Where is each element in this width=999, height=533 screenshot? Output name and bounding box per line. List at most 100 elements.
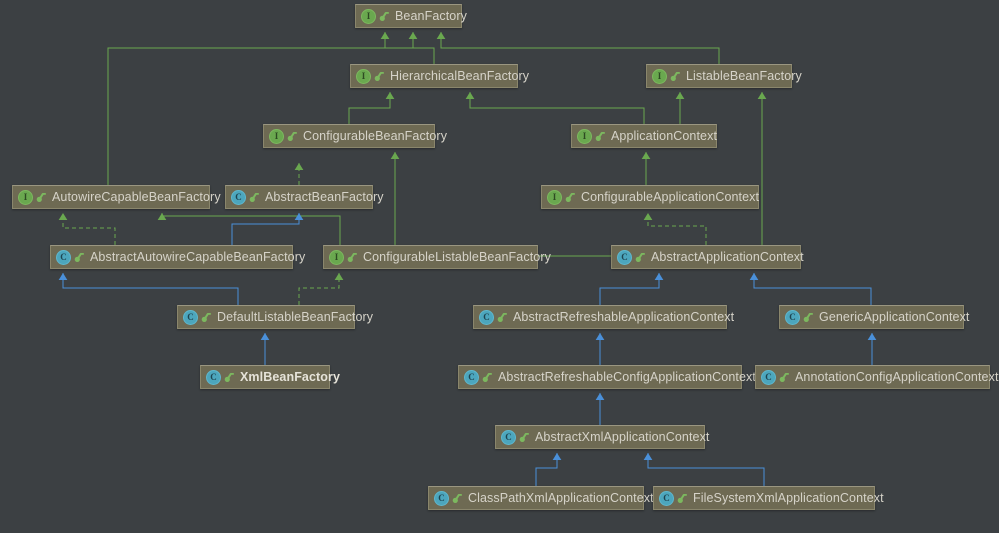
edge-AbstractAutowireCapableBeanFactory-to-AutowireCapableBeanFactory — [62, 213, 116, 245]
uml-node-ConfigurableListableBeanFactory[interactable]: I ConfigurableListableBeanFactory — [323, 245, 551, 269]
public-visibility-icon — [519, 431, 530, 444]
uml-node-ApplicationContext[interactable]: I ApplicationContext — [571, 124, 717, 148]
uml-node-label: AbstractRefreshableConfigApplicationCont… — [498, 370, 756, 384]
edge-arrowhead — [749, 273, 759, 280]
interface-badge-icon: I — [329, 249, 344, 265]
class-badge-icon: C — [617, 249, 632, 265]
public-visibility-icon — [452, 492, 463, 505]
uml-node-label: ApplicationContext — [611, 129, 718, 143]
uml-node-AbstractBeanFactory[interactable]: C AbstractBeanFactory — [225, 185, 384, 209]
class-badge-icon: C — [785, 309, 800, 325]
edge-DefaultListableBeanFactory-to-AbstractAutowireCapableBeanFactory — [62, 273, 239, 305]
edge-arrowhead — [58, 213, 68, 220]
uml-node-label: AbstractBeanFactory — [265, 190, 384, 204]
edge-arrowhead — [385, 92, 395, 99]
interface-badge-icon: I — [269, 128, 284, 144]
edge-HierarchicalBeanFactory-to-BeanFactory — [384, 32, 435, 64]
class-badge-icon: C — [56, 249, 71, 265]
edge-AutowireCapableBeanFactory-to-BeanFactory — [107, 32, 414, 185]
edge-arrowhead — [867, 333, 877, 340]
edge-arrowhead — [643, 453, 653, 460]
uml-node-label: ConfigurableApplicationContext — [581, 190, 760, 204]
edge-arrowhead — [643, 213, 653, 220]
edge-arrowhead — [334, 273, 344, 280]
public-visibility-icon — [635, 251, 646, 264]
public-visibility-icon — [595, 130, 606, 143]
uml-node-XmlBeanFactory[interactable]: C XmlBeanFactory — [200, 365, 340, 389]
public-visibility-icon — [803, 311, 814, 324]
uml-node-ConfigurableBeanFactory[interactable]: I ConfigurableBeanFactory — [263, 124, 447, 148]
edge-ApplicationContext-to-HierarchicalBeanFactory — [469, 92, 645, 124]
class-badge-icon: C — [659, 490, 674, 506]
public-visibility-icon — [482, 371, 493, 384]
edge-arrowhead — [654, 273, 664, 280]
edge-arrowhead — [390, 152, 400, 159]
class-badge-icon: C — [761, 369, 776, 385]
uml-class-diagram-canvas[interactable]: I BeanFactory I HierarchicalBeanFactory I Lis… — [0, 0, 999, 533]
edge-arrowhead — [58, 273, 68, 280]
edge-AbstractApplicationContext-to-ConfigurableApplicationContext — [647, 213, 707, 245]
uml-node-label: XmlBeanFactory — [240, 370, 341, 384]
public-visibility-icon — [565, 191, 576, 204]
edge-ConfigurableBeanFactory-to-HierarchicalBeanFactory — [348, 92, 391, 124]
interface-badge-icon: I — [18, 189, 33, 205]
uml-node-AbstractAutowireCapableBeanFactory[interactable]: C AbstractAutowireCapableBeanFactory — [50, 245, 305, 269]
class-badge-icon: C — [434, 490, 449, 506]
uml-node-HierarchicalBeanFactory[interactable]: I HierarchicalBeanFactory — [350, 64, 529, 88]
uml-node-ConfigurableApplicationContext[interactable]: I ConfigurableApplicationContext — [541, 185, 759, 209]
uml-node-AbstractApplicationContext[interactable]: C AbstractApplicationContext — [611, 245, 804, 269]
uml-node-GenericApplicationContext[interactable]: C GenericApplicationContext — [779, 305, 969, 329]
uml-node-label: ConfigurableBeanFactory — [303, 129, 448, 143]
edge-arrowhead — [675, 92, 685, 99]
uml-node-ClassPathXmlApplicationContext[interactable]: C ClassPathXmlApplicationContext — [428, 486, 654, 510]
uml-node-label: AbstractAutowireCapableBeanFactory — [90, 250, 306, 264]
edge-arrowhead — [294, 163, 304, 170]
public-visibility-icon — [677, 492, 688, 505]
public-visibility-icon — [74, 251, 85, 264]
edge-ClassPathXmlApplicationContext-to-AbstractXmlApplicationContext — [535, 453, 558, 486]
uml-node-AutowireCapableBeanFactory[interactable]: I AutowireCapableBeanFactory — [12, 185, 221, 209]
uml-node-AbstractRefreshableConfigApplicationContext[interactable]: C AbstractRefreshableConfigApplicationCon… — [458, 365, 756, 389]
uml-node-AbstractRefreshableApplicationContext[interactable]: C AbstractRefreshableApplicationContext — [473, 305, 734, 329]
uml-node-DefaultListableBeanFactory[interactable]: C DefaultListableBeanFactory — [177, 305, 373, 329]
uml-node-label: AbstractXmlApplicationContext — [535, 430, 710, 444]
uml-node-label: FileSystemXmlApplicationContext — [693, 491, 884, 505]
edge-ConfigurableListableBeanFactory-to-ListableBeanFactory — [538, 92, 763, 257]
class-badge-icon: C — [231, 189, 246, 205]
uml-node-AnnotationConfigApplicationContext[interactable]: C AnnotationConfigApplicationContext — [755, 365, 998, 389]
edge-arrowhead — [641, 152, 651, 159]
edge-arrowhead — [294, 213, 304, 220]
uml-node-label: ListableBeanFactory — [686, 69, 802, 83]
edge-AbstractAutowireCapableBeanFactory-to-AbstractBeanFactory — [231, 213, 300, 245]
class-badge-icon: C — [206, 369, 221, 385]
edge-arrowhead — [595, 393, 605, 400]
interface-badge-icon: I — [652, 68, 667, 84]
uml-node-FileSystemXmlApplicationContext[interactable]: C FileSystemXmlApplicationContext — [653, 486, 884, 510]
class-badge-icon: C — [464, 369, 479, 385]
uml-node-label: BeanFactory — [395, 9, 467, 23]
public-visibility-icon — [287, 130, 298, 143]
edge-arrowhead — [408, 32, 418, 39]
public-visibility-icon — [249, 191, 260, 204]
interface-badge-icon: I — [577, 128, 592, 144]
uml-node-label: AbstractApplicationContext — [651, 250, 804, 264]
edge-arrowhead — [595, 333, 605, 340]
interface-badge-icon: I — [361, 8, 376, 24]
edge-arrowhead — [436, 32, 446, 39]
uml-node-label: ConfigurableListableBeanFactory — [363, 250, 551, 264]
edge-arrowhead — [260, 333, 270, 340]
class-badge-icon: C — [501, 429, 516, 445]
uml-node-label: AutowireCapableBeanFactory — [52, 190, 221, 204]
public-visibility-icon — [779, 371, 790, 384]
edge-FileSystemXmlApplicationContext-to-AbstractXmlApplicationContext — [647, 453, 765, 486]
uml-node-AbstractXmlApplicationContext[interactable]: C AbstractXmlApplicationContext — [495, 425, 709, 449]
uml-node-label: DefaultListableBeanFactory — [217, 310, 374, 324]
public-visibility-icon — [374, 70, 385, 83]
uml-node-ListableBeanFactory[interactable]: I ListableBeanFactory — [646, 64, 802, 88]
edge-ConfigurableListableBeanFactory-to-AutowireCapableBeanFactory — [161, 213, 341, 245]
public-visibility-icon — [379, 10, 390, 23]
edge-ListableBeanFactory-to-BeanFactory — [440, 32, 720, 64]
uml-node-BeanFactory[interactable]: I BeanFactory — [355, 4, 467, 28]
edge-AbstractRefreshableApplicationContext-to-AbstractApplicationContext — [599, 273, 660, 305]
public-visibility-icon — [347, 251, 358, 264]
